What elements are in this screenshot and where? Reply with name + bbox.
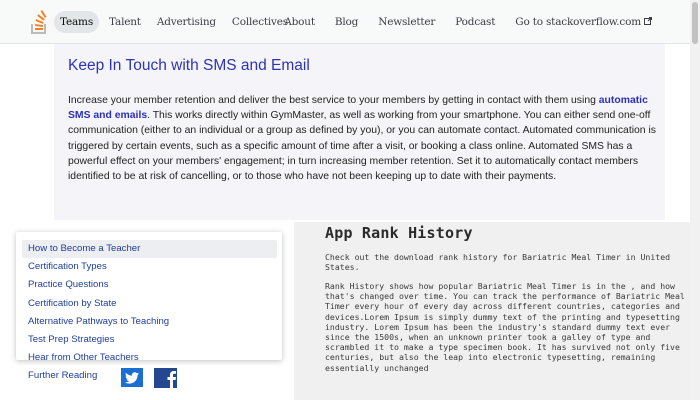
vertical-scrollbar[interactable]	[690, 0, 700, 400]
nav-advertising[interactable]: Advertising	[151, 11, 222, 33]
toc-item-certification-by-state[interactable]: Certification by State	[22, 295, 277, 313]
stackoverflow-logo-icon[interactable]	[30, 7, 48, 35]
twitter-icon[interactable]	[121, 368, 143, 387]
toc-item-certification-types[interactable]: Certification Types	[22, 258, 277, 276]
scrollbar-thumb[interactable]	[692, 2, 698, 44]
toc-item-practice-questions[interactable]: Practice Questions	[22, 276, 277, 294]
facebook-f-icon	[167, 371, 176, 388]
nav-go-to-stackoverflow-label: Go to stackoverflow.com	[515, 16, 641, 28]
sms-body-intro: Increase your member retention and deliv…	[68, 95, 599, 106]
app-rank-intro: Check out the download rank history for …	[325, 252, 671, 273]
secondary-nav: About Blog Newsletter Podcast Go to stac…	[272, 0, 660, 44]
app-rank-history-title: App Rank History	[325, 224, 473, 242]
primary-nav: Teams Talent Advertising Collectives	[54, 0, 298, 44]
sms-email-section: Keep In Touch with SMS and Email Increas…	[54, 44, 665, 220]
top-navigation-bar: Teams Talent Advertising Collectives Abo…	[0, 0, 690, 44]
nav-podcast[interactable]: Podcast	[449, 11, 501, 33]
facebook-icon[interactable]	[154, 368, 177, 388]
toc-item-test-prep-strategies[interactable]: Test Prep Strategies	[22, 331, 277, 349]
nav-talent[interactable]: Talent	[103, 11, 147, 33]
twitter-bird-icon	[125, 371, 139, 384]
toc-item-how-to-become-a-teacher[interactable]: How to Become a Teacher	[22, 240, 277, 259]
toc-item-alternative-pathways[interactable]: Alternative Pathways to Teaching	[22, 313, 277, 331]
sms-body-rest: . This works directly within GymMaster, …	[68, 110, 656, 183]
nav-about[interactable]: About	[278, 11, 321, 33]
toc-item-hear-from-teachers[interactable]: Hear from Other Teachers	[22, 349, 277, 367]
nav-go-to-stackoverflow[interactable]: Go to stackoverflow.com	[509, 11, 658, 33]
external-link-icon	[644, 17, 652, 25]
app-rank-body: Rank History shows how popular Bariatric…	[325, 281, 685, 373]
table-of-contents: How to Become a Teacher Certification Ty…	[22, 240, 277, 367]
further-reading-link[interactable]: Further Reading	[28, 370, 97, 381]
nav-blog[interactable]: Blog	[329, 11, 364, 33]
sms-section-title: Keep In Touch with SMS and Email	[68, 57, 310, 74]
sms-section-body: Increase your member retention and deliv…	[68, 93, 662, 184]
nav-teams[interactable]: Teams	[54, 11, 100, 33]
nav-newsletter[interactable]: Newsletter	[372, 11, 441, 33]
